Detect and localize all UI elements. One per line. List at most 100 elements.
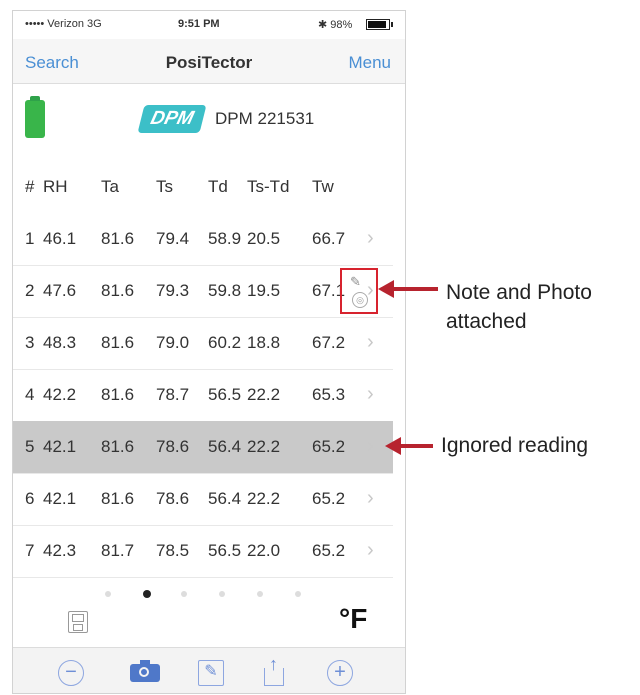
cell-td: 59.8 (208, 281, 242, 300)
table-row[interactable]: 3 48.3 81.6 79.0 60.2 18.8 67.2 › (13, 317, 393, 370)
photo-icon: ◎ (352, 292, 368, 308)
share-icon[interactable] (264, 654, 284, 686)
note-arrow (392, 287, 438, 291)
carrier-label: ••••• Verizon 3G (25, 18, 102, 30)
cell-rh: 47.6 (43, 281, 77, 300)
header-ts-td: Ts-Td (247, 177, 290, 196)
cell-td: 56.5 (208, 541, 242, 560)
bottom-toolbar: − ✎ + (13, 647, 405, 693)
clock-label: 9:51 PM (178, 18, 220, 30)
cell-ts: 78.7 (156, 385, 190, 404)
bluetooth-battery-label: ✱ 98% (318, 19, 353, 31)
chevron-right-icon[interactable]: › (367, 487, 374, 510)
camera-icon[interactable] (130, 660, 160, 682)
cell-ts-td: 18.8 (247, 333, 281, 352)
cell-ts: 78.5 (156, 541, 190, 560)
cell-num: 1 (25, 229, 35, 248)
ignored-arrow (399, 444, 433, 448)
cell-ta: 81.6 (101, 385, 135, 404)
chevron-right-icon[interactable]: › (367, 383, 374, 406)
edit-icon[interactable]: ✎ (198, 660, 224, 686)
cell-ta: 81.6 (101, 489, 135, 508)
table-row[interactable]: 4 42.2 81.6 78.7 56.5 22.2 65.3 › (13, 369, 393, 422)
save-icon[interactable] (68, 611, 88, 633)
header-rh: RH (43, 177, 68, 196)
plus-icon[interactable]: + (327, 660, 353, 686)
probe-id: DPM 221531 (215, 109, 315, 128)
cell-ts-td: 22.0 (247, 541, 281, 560)
cell-num: 7 (25, 541, 35, 560)
page-dot[interactable] (181, 591, 187, 597)
probe-info: DPM DPM 221531 (13, 95, 405, 145)
page-indicator[interactable] (105, 590, 315, 603)
cell-ta: 81.6 (101, 437, 135, 456)
minus-icon[interactable]: − (58, 660, 84, 686)
cell-ts-td: 19.5 (247, 281, 281, 300)
cell-num: 4 (25, 385, 35, 404)
cell-num: 6 (25, 489, 35, 508)
chevron-right-icon[interactable]: › (367, 435, 374, 458)
chevron-right-icon[interactable]: › (367, 331, 374, 354)
cell-td: 56.4 (208, 489, 242, 508)
cell-ts-td: 22.2 (247, 489, 281, 508)
ignored-annotation: Ignored reading (441, 434, 589, 457)
cell-rh: 42.2 (43, 385, 77, 404)
phone-screen: ••••• Verizon 3G 9:51 PM ✱ 98% Search Po… (12, 10, 406, 694)
cell-num: 3 (25, 333, 35, 352)
table-header: # RH Ta Ts Td Ts-Td Tw (13, 177, 405, 207)
unit-label[interactable]: °F (339, 603, 367, 635)
status-bar: ••••• Verizon 3G 9:51 PM ✱ 98% (13, 11, 405, 39)
page-dot[interactable] (143, 590, 151, 598)
header-tw: Tw (312, 177, 334, 196)
cell-tw: 65.2 (312, 437, 346, 456)
cell-tw: 65.2 (312, 489, 346, 508)
cell-ts-td: 20.5 (247, 229, 281, 248)
cell-num: 5 (25, 437, 35, 456)
cell-tw: 67.2 (312, 333, 346, 352)
cell-ta: 81.7 (101, 541, 135, 560)
header-td: Td (208, 177, 228, 196)
table-row[interactable]: 1 46.1 81.6 79.4 58.9 20.5 66.7 › (13, 213, 393, 266)
page-dot[interactable] (257, 591, 263, 597)
cell-num: 2 (25, 281, 35, 300)
header-num: # (25, 177, 35, 196)
cell-ts: 78.6 (156, 437, 190, 456)
cell-tw: 65.2 (312, 541, 346, 560)
cell-td: 56.4 (208, 437, 242, 456)
cell-ta: 81.6 (101, 229, 135, 248)
dpm-logo: DPM (137, 105, 207, 133)
cell-rh: 46.1 (43, 229, 77, 248)
cell-ts: 79.4 (156, 229, 190, 248)
page-dot[interactable] (295, 591, 301, 597)
table-row[interactable]: 7 42.3 81.7 78.5 56.5 22.0 65.2 › (13, 525, 393, 578)
table-row[interactable]: 2 47.6 81.6 79.3 59.8 19.5 67.1 › ✎ ◎ (13, 265, 393, 318)
attachment-highlight: ✎ ◎ (340, 268, 378, 314)
note-icon: ✎ (350, 274, 361, 289)
table-row[interactable]: 5 42.1 81.6 78.6 56.4 22.2 65.2 › (13, 421, 393, 474)
cell-td: 56.5 (208, 385, 242, 404)
cell-tw: 66.7 (312, 229, 346, 248)
table-row[interactable]: 6 42.1 81.6 78.6 56.4 22.2 65.2 › (13, 473, 393, 526)
cell-ta: 81.6 (101, 333, 135, 352)
cell-rh: 42.3 (43, 541, 77, 560)
header-ts: Ts (156, 177, 173, 196)
chevron-right-icon[interactable]: › (367, 539, 374, 562)
battery-icon (366, 19, 393, 30)
chevron-right-icon[interactable]: › (367, 227, 374, 250)
page-dot[interactable] (219, 591, 225, 597)
cell-td: 60.2 (208, 333, 242, 352)
nav-bar: Search PosiTector Menu (13, 39, 405, 84)
cell-rh: 48.3 (43, 333, 77, 352)
note-photo-annotation: Note and Photo attached (446, 281, 592, 333)
gauge-battery-icon (25, 96, 45, 138)
cell-ta: 81.6 (101, 281, 135, 300)
cell-ts: 78.6 (156, 489, 190, 508)
header-ta: Ta (101, 177, 119, 196)
cell-td: 58.9 (208, 229, 242, 248)
cell-rh: 42.1 (43, 489, 77, 508)
page-dot[interactable] (105, 591, 111, 597)
cell-ts: 79.3 (156, 281, 190, 300)
cell-rh: 42.1 (43, 437, 77, 456)
menu-button[interactable]: Menu (348, 53, 391, 73)
cell-ts: 79.0 (156, 333, 190, 352)
